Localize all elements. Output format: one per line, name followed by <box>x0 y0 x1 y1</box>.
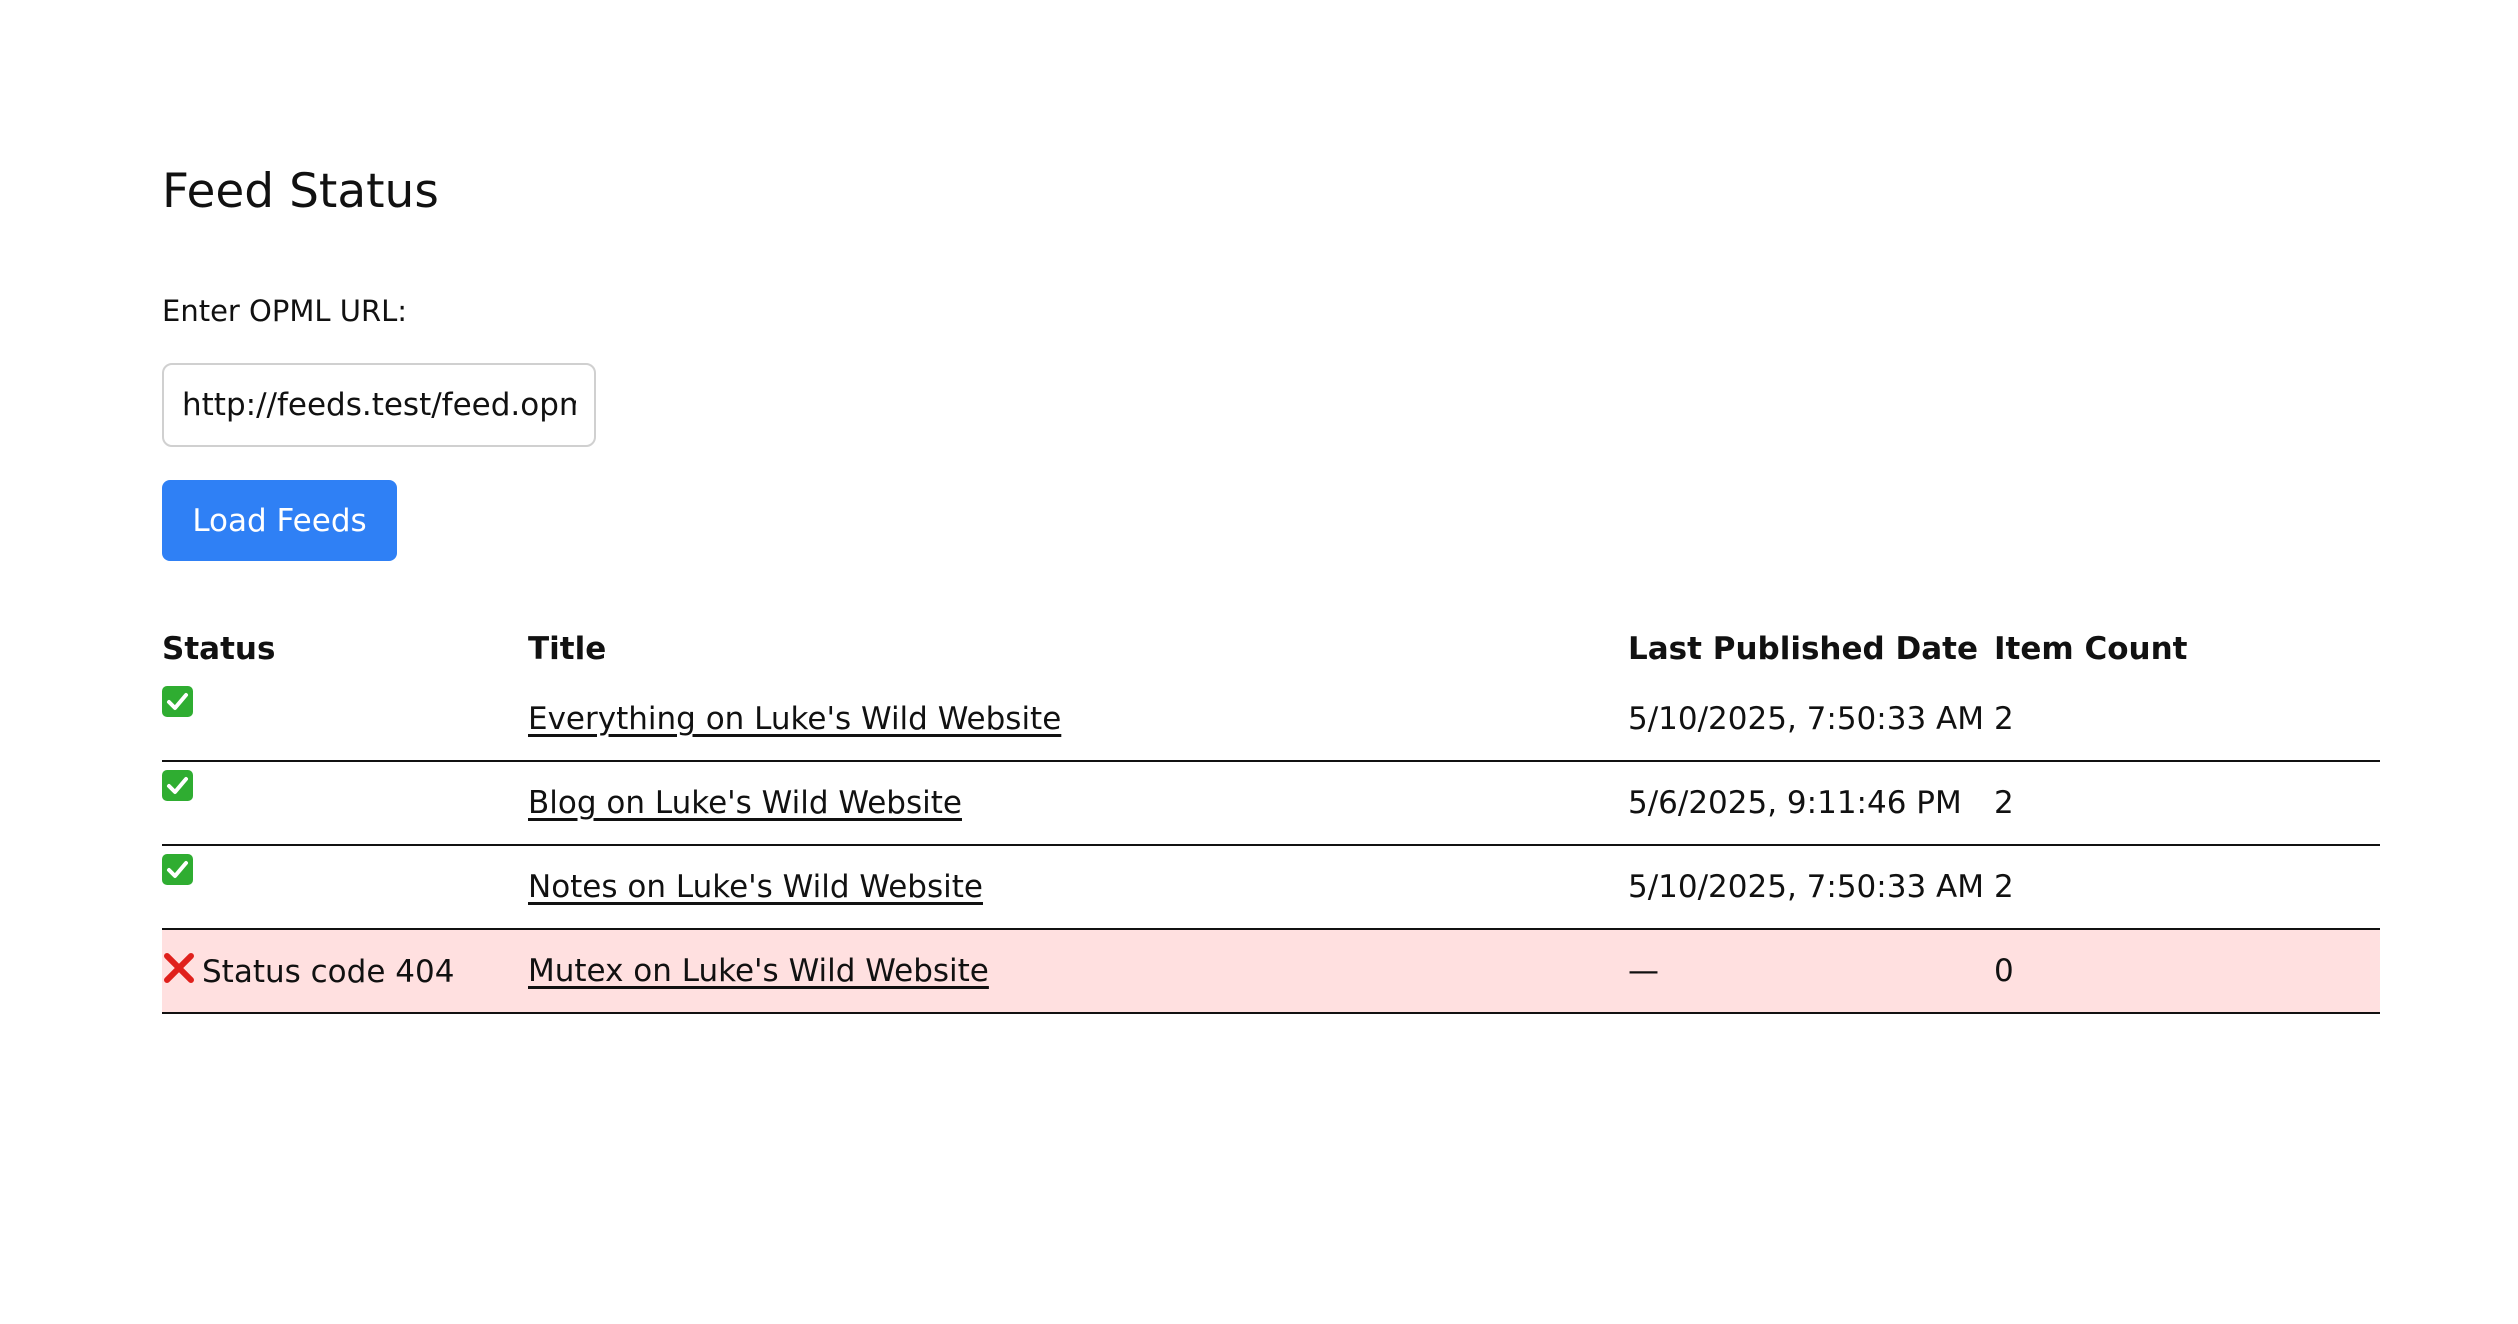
opml-url-input[interactable] <box>162 363 596 447</box>
status-cell <box>162 761 528 846</box>
table-row: Notes on Luke's Wild Website 5/10/2025, … <box>162 845 2380 930</box>
check-mark-icon <box>162 853 193 885</box>
feed-title-link[interactable]: Mutex on Luke's Wild Website <box>528 953 989 989</box>
last-published-cell: 5/10/2025, 7:50:33 AM <box>1628 678 1994 762</box>
title-cell: Blog on Luke's Wild Website <box>528 761 1628 846</box>
last-published-cell: 5/10/2025, 7:50:33 AM <box>1628 845 1994 930</box>
last-published-cell: 5/6/2025, 9:11:46 PM <box>1628 761 1994 846</box>
column-header-status: Status <box>162 631 276 667</box>
table-row: Everything on Luke's Wild Website 5/10/2… <box>162 678 2380 762</box>
table-header-row: Status Title Last Published Date Item Co… <box>162 620 2380 678</box>
feed-title-link[interactable]: Notes on Luke's Wild Website <box>528 869 983 905</box>
item-count-cell: 2 <box>1994 845 2380 930</box>
table-row: Blog on Luke's Wild Website 5/6/2025, 9:… <box>162 761 2380 846</box>
feed-title-link[interactable]: Everything on Luke's Wild Website <box>528 701 1061 737</box>
column-header-last-published: Last Published Date <box>1628 631 1978 667</box>
load-feeds-button[interactable]: Load Feeds <box>162 480 397 561</box>
column-header-item-count: Item Count <box>1994 631 2188 667</box>
item-count-cell: 0 <box>1994 929 2380 1014</box>
title-cell: Everything on Luke's Wild Website <box>528 678 1628 762</box>
item-count-cell: 2 <box>1994 678 2380 762</box>
check-mark-icon <box>162 685 193 717</box>
opml-url-label: Enter OPML URL: <box>162 294 408 328</box>
last-published-cell: — <box>1628 929 1994 1014</box>
status-cell: Status code 404 <box>162 929 528 1014</box>
title-cell: Notes on Luke's Wild Website <box>528 845 1628 930</box>
feed-title-link[interactable]: Blog on Luke's Wild Website <box>528 785 962 821</box>
cross-mark-icon <box>162 951 196 985</box>
check-mark-icon <box>162 769 193 801</box>
status-cell <box>162 845 528 930</box>
feed-status-table: Status Title Last Published Date Item Co… <box>162 620 2380 1014</box>
table-row-error: Status code 404 Mutex on Luke's Wild Web… <box>162 929 2380 1014</box>
column-header-title: Title <box>528 631 607 667</box>
status-error-text: Status code 404 <box>202 953 455 990</box>
title-cell: Mutex on Luke's Wild Website <box>528 929 1628 1014</box>
status-cell <box>162 678 528 762</box>
item-count-cell: 2 <box>1994 761 2380 846</box>
page-title: Feed Status <box>162 164 439 219</box>
